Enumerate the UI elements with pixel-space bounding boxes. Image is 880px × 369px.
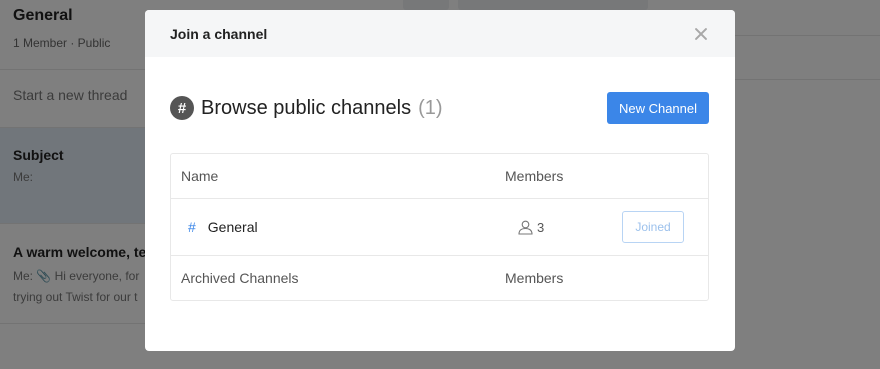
browse-title: Browse public channels (201, 96, 412, 119)
close-icon[interactable] (692, 25, 710, 43)
table-row[interactable]: # General 3 Joined (171, 199, 708, 256)
hash-icon: # (188, 219, 196, 235)
joined-button[interactable]: Joined (622, 211, 684, 243)
header-name: Name (181, 168, 219, 184)
archived-members-label: Members (505, 270, 564, 286)
browse-count: (1) (418, 96, 443, 119)
archived-channels-row[interactable]: Archived Channels Members (171, 256, 708, 300)
channel-name-cell[interactable]: # General (188, 219, 258, 235)
join-channel-modal: Join a channel # Browse public channels … (145, 10, 735, 351)
browse-heading: # Browse public channels (1) (170, 96, 443, 120)
member-count-cell: 3 (518, 220, 544, 235)
new-channel-button[interactable]: New Channel (607, 92, 709, 124)
header-members: Members (505, 168, 564, 184)
browse-row: # Browse public channels (1) New Channel (170, 92, 709, 124)
modal-body: # Browse public channels (1) New Channel… (145, 57, 735, 301)
channel-name: General (207, 219, 258, 235)
modal-title: Join a channel (170, 25, 268, 42)
person-icon (518, 220, 533, 235)
archived-channels-label: Archived Channels (181, 270, 299, 286)
table-header: Name Members (171, 154, 708, 199)
channel-hash-icon: # (170, 96, 194, 120)
channels-table: Name Members # General 3 Joined Archived… (170, 153, 709, 301)
member-count: 3 (537, 219, 545, 235)
modal-header: Join a channel (145, 10, 735, 57)
